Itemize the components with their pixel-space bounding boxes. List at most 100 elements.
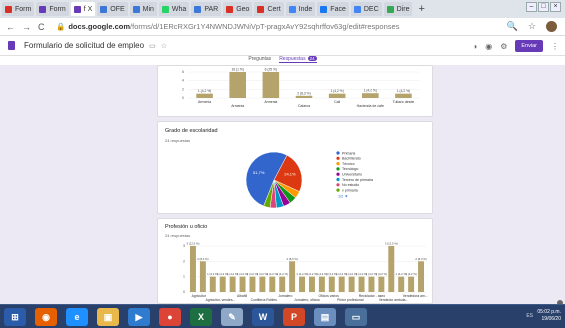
firefox-icon[interactable]: ◉ [35,308,57,326]
bar[interactable] [398,276,405,292]
word-icon[interactable]: W [252,308,274,326]
legend-item: No estudio [342,183,359,187]
browser-tab[interactable]: Dire [383,2,413,16]
bar-value-label: 1 (4,2 %) [376,272,387,276]
bar[interactable] [229,276,236,292]
bar[interactable] [358,276,365,292]
legend-item: Bachillerato [342,157,361,161]
legend-swatch [336,183,340,187]
excel-icon[interactable]: X [190,308,212,326]
star-icon[interactable]: ☆ [161,42,167,50]
bar[interactable] [289,261,296,292]
network-icon[interactable]: ▤ [314,308,336,326]
tab-responses-label: Respuestas [279,56,306,62]
browser-tab[interactable]: DEC [350,2,382,16]
bar[interactable] [219,276,226,292]
bar[interactable] [328,93,346,98]
bar[interactable] [279,276,286,292]
bar[interactable] [229,72,246,98]
browser-tab[interactable]: Form [36,2,69,16]
bar-value-label: 1 (4,2 %) [277,272,288,276]
education-chart-card: Grado de escolaridad 24 respuestas 51,7%… [157,121,433,214]
browser-tab-label: Inde [298,5,313,13]
address-bar-row: ← → C 🔒 docs.google.com/forms/d/1ERcRXGr1… [0,18,565,36]
minimize-button[interactable]: – [526,2,537,12]
browser-tab[interactable]: Face [317,2,349,16]
search-icon[interactable]: 🔍 [507,21,518,32]
preview-icon[interactable]: ◉ [485,42,492,51]
bar[interactable] [239,276,246,292]
bar[interactable] [378,276,385,292]
back-button[interactable]: ← [6,22,16,32]
legend-item: Tecnólogo [342,167,358,171]
profile-avatar[interactable] [546,21,557,32]
forward-button[interactable]: → [22,22,32,32]
url-field[interactable]: 🔒 docs.google.com/forms/d/1ERcRXGr1Y4NWND… [56,22,399,31]
browser-tab[interactable]: Geo [223,2,253,16]
legend-swatch [336,167,340,171]
bar[interactable] [308,276,315,292]
browser-tab[interactable]: f X [70,2,96,16]
reload-button[interactable]: C [38,22,48,32]
powerpoint-icon[interactable]: P [283,308,305,326]
star-icon[interactable]: ☆ [528,21,536,32]
browser-tab[interactable]: PAR [191,2,222,16]
bar[interactable] [259,276,266,292]
legend-item: Primaria [342,151,355,155]
bar[interactable] [209,276,216,292]
y-tick-label: 6 [182,70,184,74]
legend-pager[interactable]: 1/2 ▼ [338,194,348,198]
x-tick-label: Jornalero, oficios [294,298,320,302]
browser-tab[interactable]: Form [2,2,35,16]
bar[interactable] [328,276,335,292]
settings-icon[interactable]: ⚙ [500,42,507,51]
bar[interactable] [189,246,196,292]
browser-tab[interactable]: Cert [254,2,284,16]
bar[interactable] [196,93,213,98]
bar[interactable] [408,276,415,292]
close-window-button[interactable]: × [550,2,561,12]
bar[interactable] [338,276,345,292]
tab-questions[interactable]: Preguntas [248,56,271,62]
send-button[interactable]: Enviar [515,40,543,52]
bar[interactable] [249,276,256,292]
browser-tab[interactable]: Inde [285,2,316,16]
folder-icon[interactable]: ▭ [149,42,156,50]
bar[interactable] [318,276,325,292]
bar[interactable] [348,276,355,292]
bar[interactable] [395,93,412,98]
bar[interactable] [418,261,425,292]
browser-tab[interactable]: Wha [158,2,190,16]
form-title[interactable]: Formulario de solicitud de empleo [24,41,144,50]
media-icon[interactable]: ▶ [128,308,150,326]
bar[interactable] [269,276,276,292]
bar[interactable] [388,246,395,292]
chrome-icon[interactable]: ● [159,308,181,326]
more-menu-icon[interactable]: ⋮ [551,42,559,51]
tab-responses[interactable]: Respuestas 24 [279,56,317,63]
tab-favicon-icon [132,5,140,13]
legend-item: v primaria [342,188,358,192]
browser-tab[interactable]: OFE [97,2,128,16]
education-pie-chart: 51,7% 24,1% Primaria BachilleratoTécnicoTec… [245,151,373,209]
explorer-icon[interactable]: ▣ [97,308,119,326]
bar[interactable] [199,261,206,292]
maximize-button[interactable]: □ [538,2,549,12]
start-icon[interactable]: ⊞ [4,308,26,326]
bar[interactable] [362,93,379,98]
browser-tab[interactable]: Min [129,2,157,16]
bar[interactable] [295,95,313,98]
language-indicator[interactable]: ES [526,313,533,319]
bar-value-label: 1 (4,2 %) [364,89,377,93]
palette-icon[interactable]: ◑ [472,42,477,51]
bar[interactable] [299,276,306,292]
bar[interactable] [262,72,280,98]
display-icon[interactable]: ▭ [345,308,367,326]
legend-swatch [336,156,340,160]
paint-icon[interactable]: ✎ [221,308,243,326]
ie-icon[interactable]: e [66,308,88,326]
bar[interactable] [368,276,375,292]
new-tab-button[interactable]: + [418,3,424,15]
taskbar-clock[interactable]: 05:02 p.m. 19/06/20 [537,309,561,323]
bar-value-label: 2 (8,3 %) [415,257,426,261]
